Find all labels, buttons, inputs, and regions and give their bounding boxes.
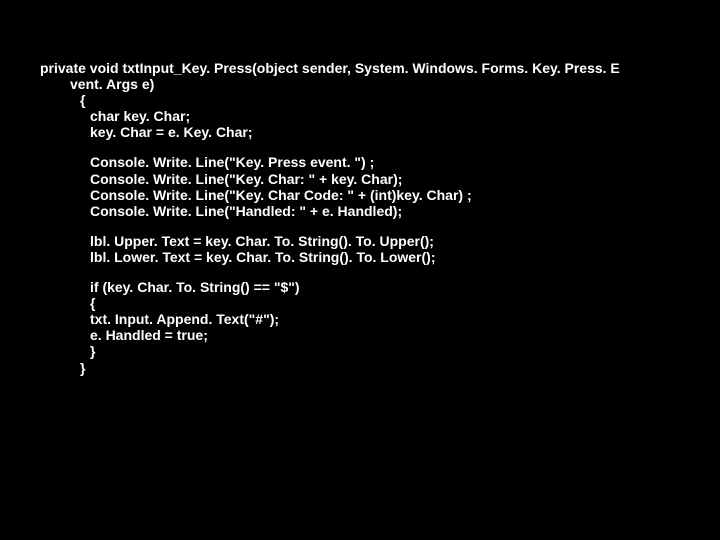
- code-line: {: [90, 295, 680, 311]
- code-line: if (key. Char. To. String() == "$"): [90, 279, 680, 295]
- code-line: }: [90, 343, 680, 359]
- code-line: Console. Write. Line("Key. Char Code: " …: [90, 187, 680, 203]
- code-line: private void txtInput_Key. Press(object …: [40, 60, 680, 76]
- code-slide: private void txtInput_Key. Press(object …: [0, 0, 720, 416]
- code-line: char key. Char;: [90, 108, 680, 124]
- code-line: vent. Args e): [70, 76, 680, 92]
- code-line: Console. Write. Line("Handled: " + e. Ha…: [90, 203, 680, 219]
- code-line: {: [80, 92, 680, 108]
- code-line: key. Char = e. Key. Char;: [90, 124, 680, 140]
- code-line: Console. Write. Line("Key. Char: " + key…: [90, 171, 680, 187]
- code-line: }: [80, 360, 680, 376]
- code-line: e. Handled = true;: [90, 327, 680, 343]
- code-line: Console. Write. Line("Key. Press event. …: [90, 154, 680, 170]
- code-line: txt. Input. Append. Text("#");: [90, 311, 680, 327]
- code-line: lbl. Lower. Text = key. Char. To. String…: [90, 249, 680, 265]
- code-line: lbl. Upper. Text = key. Char. To. String…: [90, 233, 680, 249]
